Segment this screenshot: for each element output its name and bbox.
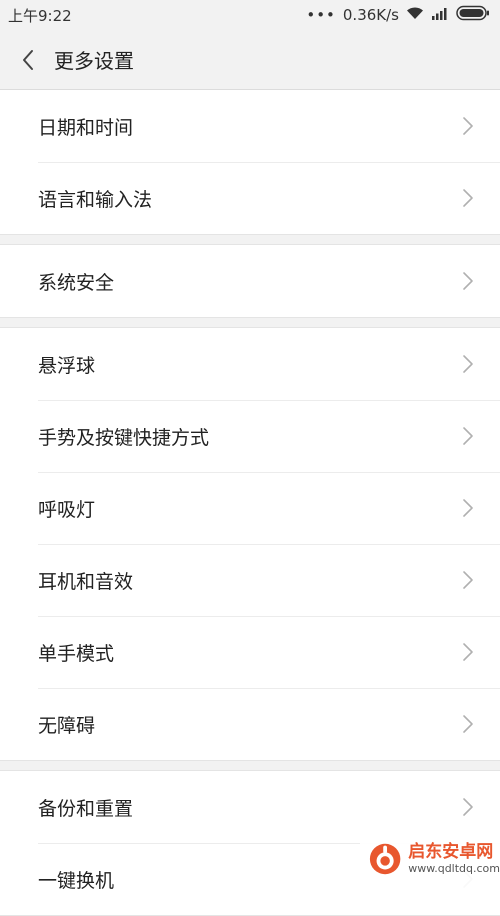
watermark-name: 启东安卓网 [408,842,494,862]
chevron-right-icon [462,714,474,734]
chevron-right-icon [462,570,474,590]
chevron-right-icon [462,797,474,817]
settings-group-3: 悬浮球 手势及按键快捷方式 呼吸灯 耳机和音效 单手模式 无障碍 [0,327,500,761]
settings-item-gesture-shortcuts[interactable]: 手势及按键快捷方式 [0,400,500,472]
settings-item-headphones-audio[interactable]: 耳机和音效 [0,544,500,616]
wifi-icon [406,6,424,24]
chevron-right-icon [462,116,474,136]
settings-item-system-security[interactable]: 系统安全 [0,245,500,317]
chevron-left-icon [23,49,33,70]
settings-item-notification-light[interactable]: 呼吸灯 [0,472,500,544]
chevron-right-icon [462,642,474,662]
chevron-right-icon [462,426,474,446]
chevron-right-icon [462,498,474,518]
watermark-text: 启东安卓网 www.qdltdq.com [408,842,500,876]
chevron-right-icon [462,271,474,291]
watermark-logo-icon [369,843,401,875]
settings-item-label: 无障碍 [38,714,96,737]
settings-group-1: 日期和时间 语言和输入法 [0,90,500,235]
settings-list: 日期和时间 语言和输入法 系统安全 悬浮球 手势及按键快捷方式 呼吸灯 耳机和音… [0,90,500,916]
settings-item-label: 悬浮球 [38,354,96,377]
more-dots-icon: ••• [306,5,336,24]
settings-item-label: 呼吸灯 [38,498,96,521]
settings-item-accessibility[interactable]: 无障碍 [0,688,500,760]
watermark-url: www.qdltdq.com [408,862,500,875]
settings-item-date-time[interactable]: 日期和时间 [0,90,500,162]
network-speed: 0.36K/s [342,6,399,24]
status-right: ••• 0.36K/s [306,5,490,25]
settings-item-label: 语言和输入法 [38,188,153,211]
page-title: 更多设置 [54,49,134,73]
settings-item-label: 备份和重置 [38,797,134,820]
status-bar: 上午9:22 ••• 0.36K/s [0,0,500,30]
app-header: 更多设置 [0,30,500,90]
settings-item-label: 单手模式 [38,642,115,665]
settings-item-language-input[interactable]: 语言和输入法 [0,162,500,234]
status-time: 上午9:22 [8,6,72,25]
settings-item-floating-ball[interactable]: 悬浮球 [0,328,500,400]
chevron-right-icon [462,188,474,208]
settings-item-label: 手势及按键快捷方式 [38,426,210,449]
chevron-right-icon [462,354,474,374]
signal-icon [431,6,449,24]
back-button[interactable] [0,30,56,90]
settings-item-label: 耳机和音效 [38,570,134,593]
settings-item-one-handed-mode[interactable]: 单手模式 [0,616,500,688]
battery-icon [456,5,490,25]
settings-group-2: 系统安全 [0,244,500,318]
watermark: 启东安卓网 www.qdltdq.com [360,829,500,889]
settings-item-label: 一键换机 [38,869,115,892]
settings-item-label: 系统安全 [38,271,115,294]
settings-item-label: 日期和时间 [38,116,134,139]
